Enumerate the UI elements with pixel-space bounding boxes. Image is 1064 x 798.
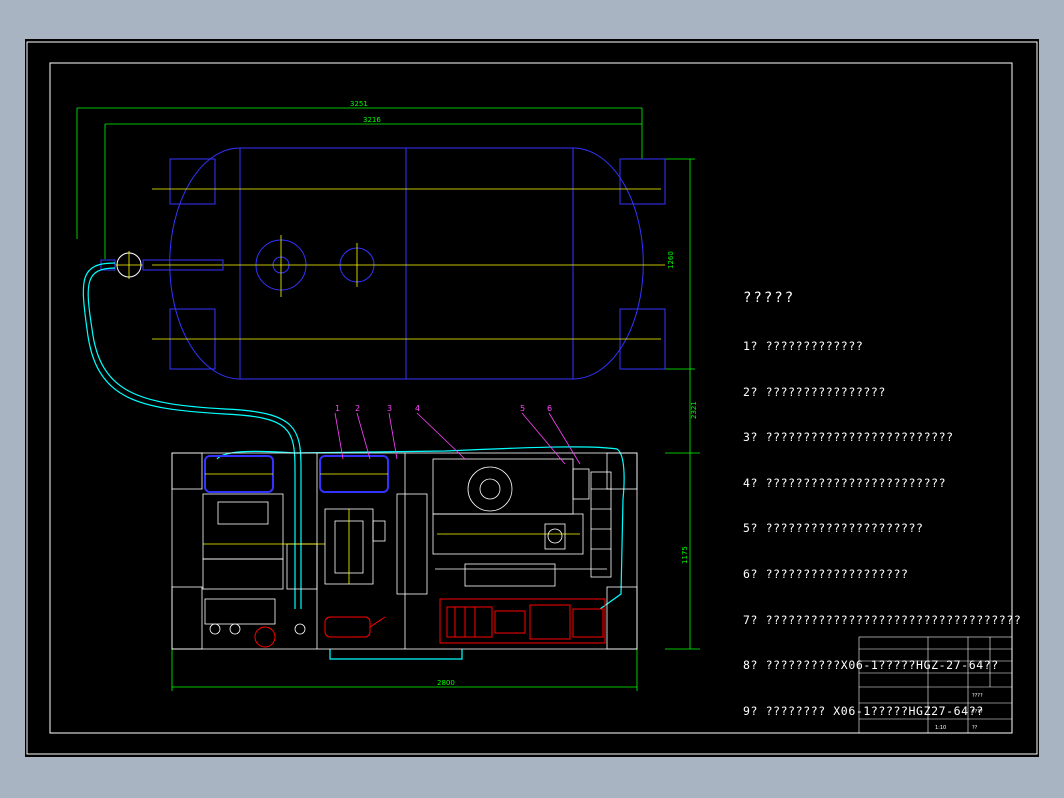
dim-tank-width: 1260	[667, 251, 675, 269]
base-frame	[171, 452, 638, 650]
note-line: 5? ?????????????????????	[743, 521, 924, 536]
note-line: 3? ?????????????????????????	[743, 430, 954, 445]
dim-overall-length: 3251	[350, 100, 368, 108]
part-label-6: 6	[547, 404, 552, 413]
part-label-5: 5	[520, 404, 525, 413]
dim-tank-length: 3216	[363, 116, 381, 124]
dim-base-length: 2800	[437, 679, 455, 687]
pump-unit-left	[202, 493, 325, 635]
note-line: 8? ??????????X06-1?????HGZ-27-64??	[743, 658, 999, 673]
note-line: 2? ????????????????	[743, 384, 886, 399]
notes-title: ?????	[743, 290, 796, 307]
part-label-2: 2	[355, 404, 360, 413]
compressor-unit	[432, 458, 612, 587]
pipeline	[82, 262, 625, 660]
drawing-sheet: 3251 3216 1260 2321 1175 2800 1 2 3 4 5 …	[25, 39, 1039, 757]
dim-base-width: 1175	[681, 546, 689, 564]
tank-outline	[169, 147, 666, 380]
technical-notes: ????? 1? ????????????? 2? ??????????????…	[743, 261, 1021, 734]
tank-center-lines	[152, 188, 665, 340]
part-label-4: 4	[415, 404, 420, 413]
part-label-1: 1	[335, 404, 340, 413]
dim-total-height: 2321	[690, 401, 698, 419]
part-label-3: 3	[387, 404, 392, 413]
small-pump	[254, 616, 386, 648]
note-line: 6? ???????????????????	[743, 567, 909, 582]
filter-housings	[204, 455, 389, 493]
note-line: 9? ???????? X06-1?????HGZ27-64??	[743, 703, 984, 718]
motor-unit[interactable]	[439, 598, 606, 644]
gearbox-middle	[324, 493, 428, 595]
note-line: 1? ?????????????	[743, 339, 864, 354]
note-line: 4? ????????????????????????	[743, 475, 947, 490]
note-line: 7? ??????????????????????????????????	[743, 612, 1022, 627]
